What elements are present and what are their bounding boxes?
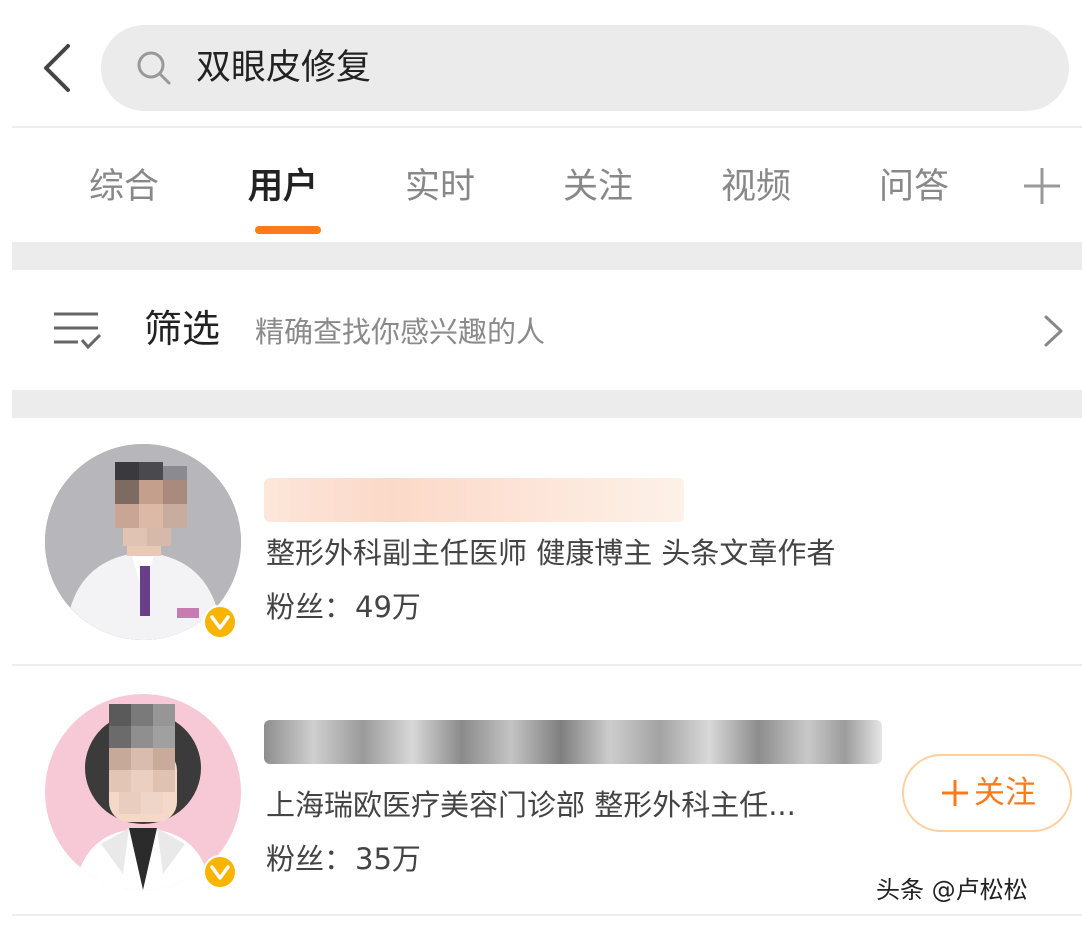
search-icon [137,51,171,85]
tab-video[interactable]: 视频 [721,162,791,212]
fans-label: 粉丝： [266,590,354,624]
verified-badge-icon [203,605,237,639]
chevron-left-icon [44,44,70,92]
tab-bar: 综合 用户 实时 关注 视频 问答 [12,130,1082,240]
user-description: 上海瑞欧医疗美容门诊部 整形外科主任... [266,788,796,822]
filter-label: 筛选 [144,307,221,351]
chevron-right-icon [1044,315,1063,347]
search-query: 双眼皮修复 [196,48,372,88]
search-results-page: 双眼皮修复 综合 用户 实时 关注 视频 问答 筛选 精确查找你感兴趣的人 整形… [12,0,1082,928]
tab-qa[interactable]: 问答 [879,162,949,212]
plus-icon [942,780,968,806]
fans-count: 粉丝：35万 [266,838,421,880]
plus-icon[interactable] [1022,166,1062,206]
active-tab-indicator [255,226,321,234]
source-watermark: 头条 @卢松松 [876,876,1028,904]
tab-comprehensive[interactable]: 综合 [89,162,159,212]
search-header: 双眼皮修复 [12,0,1082,128]
user-name-blurred[interactable] [264,720,882,764]
search-input[interactable]: 双眼皮修复 [101,25,1069,111]
back-button[interactable] [36,40,80,96]
verified-badge-icon [203,855,237,889]
user-description: 整形外科副主任医师 健康博主 头条文章作者 [266,536,836,570]
fans-count: 粉丝：49万 [266,586,421,628]
follow-button[interactable]: 关注 [902,754,1072,832]
section-divider [12,242,1082,270]
tab-following[interactable]: 关注 [563,162,633,212]
filter-row[interactable]: 筛选 精确查找你感兴趣的人 [12,270,1082,390]
user-result-item[interactable]: 整形外科副主任医师 健康博主 头条文章作者 粉丝：49万 [12,418,1082,666]
tab-users[interactable]: 用户 [248,162,318,212]
filter-list-icon [54,312,102,350]
tab-realtime[interactable]: 实时 [405,162,475,212]
fans-value: 35万 [355,842,421,876]
fans-value: 49万 [355,590,421,624]
filter-hint: 精确查找你感兴趣的人 [255,315,546,349]
user-name-blurred[interactable] [264,478,684,522]
follow-label: 关注 [974,775,1036,811]
section-divider [12,390,1082,418]
fans-label: 粉丝： [266,842,354,876]
